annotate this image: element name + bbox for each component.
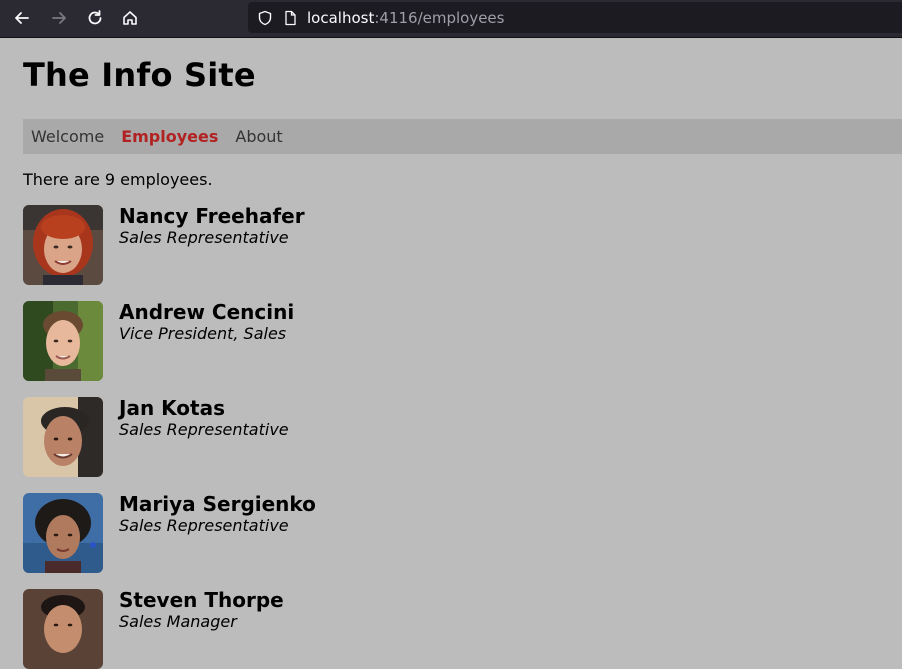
site-title: The Info Site [23,56,256,94]
address-bar[interactable]: localhost:4116/employees [248,2,902,33]
main-nav: Welcome Employees About [23,119,902,154]
reload-icon[interactable] [83,6,107,30]
employee-name: Mariya Sergienko [119,492,316,516]
employee-photo [23,397,103,477]
employee-title: Sales Representative [119,516,289,535]
employee-photo [23,589,103,669]
back-arrow-icon[interactable] [10,6,34,30]
employee-name: Jan Kotas [119,396,225,420]
url-host: localhost [307,8,375,27]
url-text: localhost:4116/employees [307,9,504,27]
employee-card: Steven Thorpe Sales Manager [23,588,883,669]
employee-card: Jan Kotas Sales Representative [23,396,883,477]
nav-item-about[interactable]: About [235,127,282,146]
employee-photo [23,301,103,381]
employee-photo [23,493,103,573]
employee-title: Sales Representative [119,420,289,439]
employee-count-text: There are 9 employees. [23,170,213,189]
forward-arrow-icon[interactable] [47,6,71,30]
shield-icon[interactable] [257,10,273,26]
nav-item-welcome[interactable]: Welcome [31,127,104,146]
employee-title: Vice President, Sales [119,324,287,343]
employee-name: Andrew Cencini [119,300,295,324]
nav-item-employees[interactable]: Employees [121,127,218,146]
employee-card: Mariya Sergienko Sales Representative [23,492,883,573]
page-icon[interactable] [282,10,298,26]
employee-name: Steven Thorpe [119,588,284,612]
employee-count: There are 9 employees. [23,170,213,189]
page-content: The Info Site Welcome Employees About Th… [0,38,902,669]
url-path: :4116/employees [374,8,505,27]
employee-name: Nancy Freehafer [119,204,305,228]
employee-card: Andrew Cencini Vice President, Sales [23,300,883,381]
browser-toolbar: localhost:4116/employees [0,0,902,38]
employee-photo [23,205,103,285]
employee-title: Sales Representative [119,228,289,247]
employee-card: Nancy Freehafer Sales Representative [23,204,883,285]
home-icon[interactable] [118,6,142,30]
